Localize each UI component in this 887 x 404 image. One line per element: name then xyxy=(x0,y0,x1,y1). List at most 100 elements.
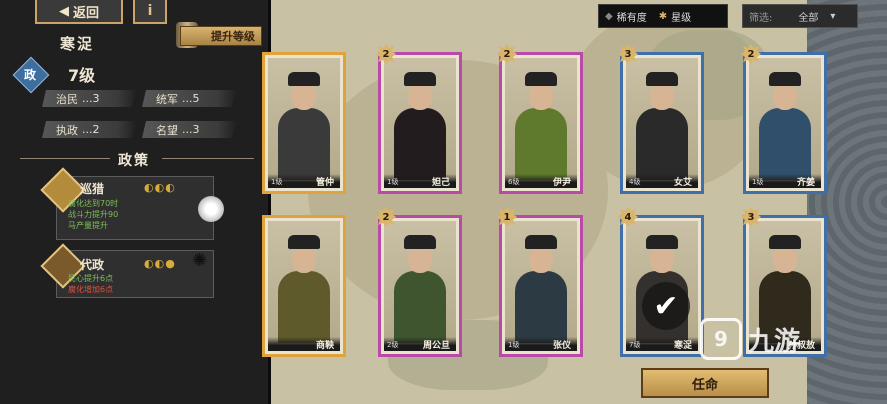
star-rank-icon: 2 xyxy=(376,44,396,64)
back-arrow-icon: ◀ xyxy=(58,3,69,19)
hero-card[interactable]: 6级 伊尹 xyxy=(499,52,583,194)
star-rank-icon: 2 xyxy=(376,207,396,227)
info-icon: i xyxy=(147,3,153,19)
hero-card[interactable]: 1级 管仲 xyxy=(262,52,346,194)
hero-name: 齐姜 xyxy=(796,178,815,188)
sun-burst-icon: ✺ xyxy=(192,250,209,271)
hero-caption: 1级 齐姜 xyxy=(749,174,821,188)
hero-card[interactable]: 1级 妲己 xyxy=(378,52,462,194)
governance-badge-label: 政 xyxy=(23,67,36,82)
upgrade-button[interactable]: 提升等级 xyxy=(180,26,262,46)
filter-value: 全部 xyxy=(798,12,819,24)
policy-name: 巡猎 xyxy=(80,182,105,196)
hero-portrait xyxy=(632,72,692,180)
hero-caption: 1级 张仪 xyxy=(505,337,577,351)
stat-label: 统军 xyxy=(156,92,178,106)
hero-name: 商鞅 xyxy=(315,341,334,351)
star-rank-icon: 2 xyxy=(497,44,517,64)
star-rank-icon: 1 xyxy=(497,207,517,227)
filter-label: 筛选: xyxy=(749,12,773,24)
hero-level: 1级 xyxy=(752,178,764,186)
stat-label: 治民 xyxy=(56,92,78,106)
hero-name: 寒浞 xyxy=(673,341,692,351)
star-sort-icon: ✱ xyxy=(658,10,668,22)
hero-level: 7级 xyxy=(629,341,641,349)
star-rank-icon: 2 xyxy=(741,44,761,64)
star-rank-icon: 3 xyxy=(618,44,638,64)
hero-caption: 商鞅 xyxy=(268,337,340,351)
watermark-logo-icon: 9 xyxy=(700,318,742,360)
hero-card-inner: 2级 周公旦 xyxy=(384,221,456,351)
filter-dropdown[interactable]: 筛选: 全部 ▾ xyxy=(742,4,858,28)
hero-portrait xyxy=(755,72,815,180)
policy-rating: ◐◐● xyxy=(144,257,176,270)
stat-mingwang: 名望 ...3 xyxy=(142,121,237,138)
hero-name: 女艾 xyxy=(673,178,692,188)
hero-card-inner: 1级 妲己 xyxy=(384,58,456,188)
hero-portrait xyxy=(274,72,334,180)
divider-right xyxy=(162,158,254,159)
hero-level: 4级 xyxy=(629,178,641,186)
star-rank-icon: 4 xyxy=(618,207,638,227)
hero-portrait xyxy=(390,235,450,343)
sort-star-label: 星级 xyxy=(671,12,692,24)
hero-card[interactable]: 1级 张仪 xyxy=(499,215,583,357)
hero-card-inner: 4级 女艾 xyxy=(626,58,698,188)
hero-level: 2级 xyxy=(387,341,399,349)
policy-effect: 腐化达到70时 xyxy=(68,199,119,208)
sort-rarity-button[interactable]: ◆ 稀有度 xyxy=(599,9,653,24)
hero-card-inner: 6级 伊尹 xyxy=(505,58,577,188)
hero-caption: 1级 妲己 xyxy=(384,174,456,188)
hero-caption: 6级 伊尹 xyxy=(505,174,577,188)
hero-card-inner: 1级 管仲 xyxy=(268,58,340,188)
hero-level: 1级 xyxy=(271,178,283,186)
stat-label: 名望 xyxy=(156,123,178,137)
diamond-icon: ◆ xyxy=(605,10,613,22)
hero-name: 妲己 xyxy=(431,178,450,188)
hero-card[interactable]: 商鞅 xyxy=(262,215,346,357)
stat-zhizheng: 执政 ...2 xyxy=(42,121,137,138)
city-level: 7级 xyxy=(68,66,96,85)
stat-value: ...3 xyxy=(182,123,200,136)
hero-portrait xyxy=(511,235,571,343)
selected-check-icon: ✔ xyxy=(642,282,690,330)
back-button[interactable]: ◀ 返回 xyxy=(35,0,123,24)
hero-caption: 1级 管仲 xyxy=(268,174,340,188)
hero-level: 1级 xyxy=(387,178,399,186)
stat-tongjun: 统军 ...5 xyxy=(142,90,237,107)
hero-card[interactable]: 1级 齐姜 xyxy=(743,52,827,194)
stat-value: ...3 xyxy=(82,92,100,105)
policy-toggle-knob[interactable] xyxy=(198,196,224,222)
site-watermark: 9 九游 xyxy=(700,318,800,360)
city-info-panel: ◀ 返回 i 寒浞 提升等级 政 7级 治民 ...3 统军 ...5 执政 .… xyxy=(0,0,271,404)
stat-label: 执政 xyxy=(56,123,78,137)
back-label: 返回 xyxy=(72,5,99,21)
info-button[interactable]: i xyxy=(133,0,167,24)
hero-card[interactable]: 2级 周公旦 xyxy=(378,215,462,357)
hero-level: 1级 xyxy=(508,341,520,349)
policy-title: 政策 xyxy=(118,153,150,169)
hero-portrait xyxy=(390,72,450,180)
hero-card[interactable]: 4级 女艾 xyxy=(620,52,704,194)
hero-card-inner: 1级 齐姜 xyxy=(749,58,821,188)
hero-portrait xyxy=(274,235,334,343)
hero-name: 张仪 xyxy=(552,341,571,351)
hero-level: 6级 xyxy=(508,178,520,186)
sort-bar: ◆ 稀有度 ✱ 星级 xyxy=(598,4,728,28)
appoint-button[interactable]: 任命 xyxy=(641,368,769,398)
policy-effect: 战斗力提升90 xyxy=(68,210,119,219)
hero-name: 伊尹 xyxy=(552,178,571,188)
appoint-label: 任命 xyxy=(691,377,718,393)
hero-portrait xyxy=(511,72,571,180)
chevron-down-icon: ▾ xyxy=(830,10,836,22)
stat-value: ...2 xyxy=(82,123,100,136)
stat-zhimin: 治民 ...3 xyxy=(42,90,137,107)
upgrade-label: 提升等级 xyxy=(211,30,255,43)
divider-left xyxy=(20,158,110,159)
sort-star-button[interactable]: ✱ 星级 xyxy=(653,9,697,24)
star-rank-icon: 3 xyxy=(741,207,761,227)
policy-effect: 腐化增加6点 xyxy=(68,285,114,294)
watermark-text: 九游 xyxy=(748,326,801,357)
hero-caption: 7级 寒浞 xyxy=(626,337,698,351)
policy-name: 代政 xyxy=(80,258,105,272)
